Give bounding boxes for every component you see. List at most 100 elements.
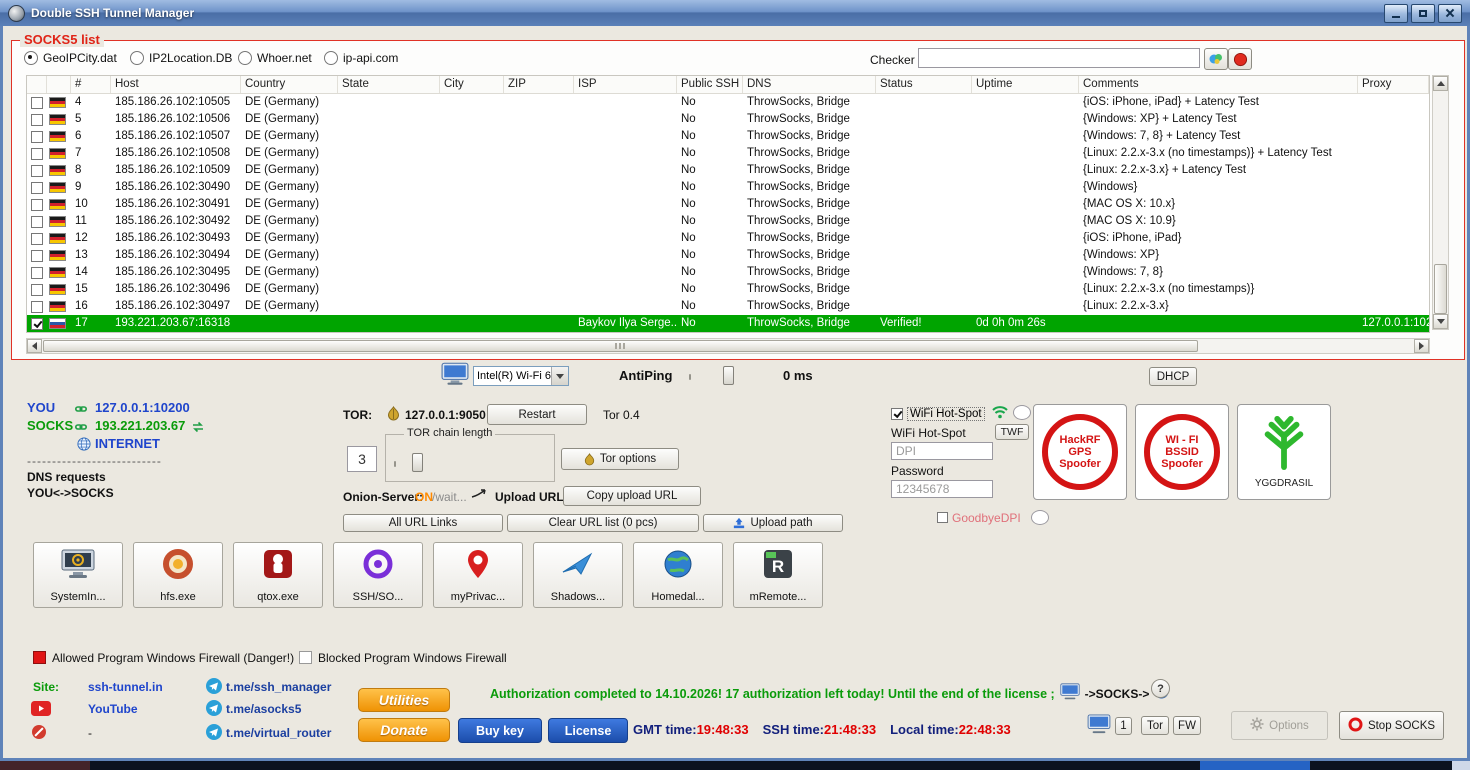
goodbyedpi-checkbox[interactable]: GoodbyeDPI [937, 510, 1049, 525]
app-button-homedale[interactable]: Homedal... [633, 542, 723, 608]
row-checkbox[interactable] [31, 97, 43, 109]
header-host[interactable]: Host [111, 76, 241, 93]
row-checkbox[interactable] [31, 250, 43, 262]
table-row[interactable]: 9185.186.26.102:30490DE (Germany)NoThrow… [27, 179, 1429, 196]
table-row[interactable]: 7185.186.26.102:10508DE (Germany)NoThrow… [27, 145, 1429, 162]
app-button-hfs[interactable]: hfs.exe [133, 542, 223, 608]
app-button-systeminfo[interactable]: SystemIn... [33, 542, 123, 608]
scroll-up-button[interactable] [1433, 76, 1448, 91]
row-checkbox[interactable] [31, 267, 43, 279]
password-input[interactable] [891, 480, 993, 498]
options-button[interactable]: Options [1231, 711, 1328, 740]
tor-restart-button[interactable]: Restart [487, 404, 587, 425]
wifi-hotspot-checkbox[interactable]: WiFi Hot-Spot [891, 407, 985, 421]
table-row[interactable]: 11185.186.26.102:30492DE (Germany)NoThro… [27, 213, 1429, 230]
table-row[interactable]: 6185.186.26.102:10507DE (Germany)NoThrow… [27, 128, 1429, 145]
geo-source-whoer[interactable]: Whoer.net [238, 51, 312, 65]
app-button-mremoteng[interactable]: R mRemote... [733, 542, 823, 608]
header-status[interactable]: Status [876, 76, 972, 93]
dhcp-button[interactable]: DHCP [1149, 367, 1197, 386]
header-public-ssh[interactable]: Public SSH [677, 76, 743, 93]
twf-button[interactable]: TWF [995, 424, 1029, 440]
app-button-shadowsocks[interactable]: Shadows... [533, 542, 623, 608]
yggdrasil-button[interactable]: YGGDRASIL [1237, 404, 1331, 500]
minimize-button[interactable] [1384, 4, 1408, 23]
row-checkbox[interactable] [31, 182, 43, 194]
fw-toggle-button[interactable]: FW [1173, 716, 1201, 735]
stop-socks-button[interactable]: Stop SOCKS [1339, 711, 1444, 740]
adapter-select[interactable]: Intel(R) Wi-Fi 6 A [473, 366, 569, 386]
checker-input[interactable] [918, 48, 1200, 68]
app-button-qtox[interactable]: qtox.exe [233, 542, 323, 608]
header-comments[interactable]: Comments [1079, 76, 1358, 93]
row-checkbox[interactable] [31, 216, 43, 228]
row-checkbox[interactable] [31, 199, 43, 211]
table-row[interactable]: 5185.186.26.102:10506DE (Germany)NoThrow… [27, 111, 1429, 128]
geo-source-ipapi[interactable]: ip-api.com [324, 51, 398, 65]
header-proxy[interactable]: Proxy [1358, 76, 1429, 93]
row-checkbox[interactable] [31, 131, 43, 143]
connection-count[interactable]: 1 [1115, 717, 1132, 735]
scroll-right-button[interactable] [1414, 339, 1429, 353]
header-state[interactable]: State [338, 76, 440, 93]
row-checkbox[interactable] [31, 148, 43, 160]
header-dns[interactable]: DNS [743, 76, 876, 93]
chevron-down-icon[interactable] [551, 367, 568, 385]
site-link[interactable]: ssh-tunnel.in [88, 680, 163, 694]
table-row[interactable]: 16185.186.26.102:30497DE (Germany)NoThro… [27, 298, 1429, 315]
copy-upload-url-button[interactable]: Copy upload URL [563, 486, 701, 506]
table-row[interactable]: 12185.186.26.102:30493DE (Germany)NoThro… [27, 230, 1429, 247]
checker-stop-button[interactable] [1228, 48, 1252, 70]
tor-toggle-button[interactable]: Tor [1141, 716, 1169, 735]
help-button[interactable]: ? [1151, 679, 1170, 698]
header-uptime[interactable]: Uptime [972, 76, 1079, 93]
table-horizontal-scrollbar[interactable] [26, 338, 1430, 354]
upload-path-button[interactable]: Upload path [703, 514, 843, 532]
tor-options-button[interactable]: Tor options [561, 448, 679, 470]
row-checkbox[interactable] [31, 318, 43, 330]
chain-length-input[interactable] [347, 446, 377, 472]
row-checkbox[interactable] [31, 233, 43, 245]
geo-source-geoipcity[interactable]: GeoIPCity.dat [24, 51, 117, 65]
slider-thumb[interactable] [723, 366, 734, 385]
utilities-button[interactable]: Utilities [358, 688, 450, 712]
close-button[interactable] [1438, 4, 1462, 23]
header-isp[interactable]: ISP [574, 76, 677, 93]
row-checkbox[interactable] [31, 114, 43, 126]
row-checkbox[interactable] [31, 284, 43, 296]
telegram-link-asocks5[interactable]: t.me/asocks5 [226, 702, 301, 716]
telegram-link-virtual-router[interactable]: t.me/virtual_router [226, 726, 331, 740]
donate-button[interactable]: Donate [358, 718, 450, 742]
scroll-down-button[interactable] [1433, 314, 1448, 329]
clear-url-list-button[interactable]: Clear URL list (0 pcs) [507, 514, 699, 532]
row-checkbox[interactable] [31, 165, 43, 177]
scroll-left-button[interactable] [27, 339, 42, 353]
header-num[interactable]: # [71, 76, 111, 93]
wifi-toggle-led[interactable] [1013, 405, 1031, 420]
telegram-link-ssh-manager[interactable]: t.me/ssh_manager [226, 680, 331, 694]
header-zip[interactable]: ZIP [504, 76, 574, 93]
youtube-link[interactable]: YouTube [88, 702, 138, 716]
checker-run-button[interactable] [1204, 48, 1228, 70]
horizontal-scroll-thumb[interactable] [43, 340, 1198, 352]
hotspot-ssid-input[interactable] [891, 442, 993, 460]
wifi-bssid-spoofer-button[interactable]: WI - FI BSSID Spoofer [1135, 404, 1229, 500]
app-button-myprivacy[interactable]: myPrivac... [433, 542, 523, 608]
row-checkbox[interactable] [31, 301, 43, 313]
header-country[interactable]: Country [241, 76, 338, 93]
table-vertical-scrollbar[interactable] [1432, 75, 1449, 330]
table-row[interactable]: 8185.186.26.102:10509DE (Germany)NoThrow… [27, 162, 1429, 179]
header-city[interactable]: City [440, 76, 504, 93]
table-row[interactable]: 15185.186.26.102:30496DE (Germany)NoThro… [27, 281, 1429, 298]
table-row[interactable]: 14185.186.26.102:30495DE (Germany)NoThro… [27, 264, 1429, 281]
app-button-ssh-socks[interactable]: SSH/SO... [333, 542, 423, 608]
all-url-links-button[interactable]: All URL Links [343, 514, 503, 532]
slider-thumb[interactable] [412, 453, 423, 472]
hackrf-gps-spoofer-button[interactable]: HackRF GPS Spoofer [1033, 404, 1127, 500]
maximize-button[interactable] [1411, 4, 1435, 23]
geo-source-ip2location[interactable]: IP2Location.DB [130, 51, 232, 65]
goodbyedpi-led[interactable] [1031, 510, 1049, 525]
table-row[interactable]: 17193.221.203.67:16318Baykov Ilya Serge.… [27, 315, 1429, 332]
license-button[interactable]: License [548, 718, 628, 743]
table-row[interactable]: 13185.186.26.102:30494DE (Germany)NoThro… [27, 247, 1429, 264]
